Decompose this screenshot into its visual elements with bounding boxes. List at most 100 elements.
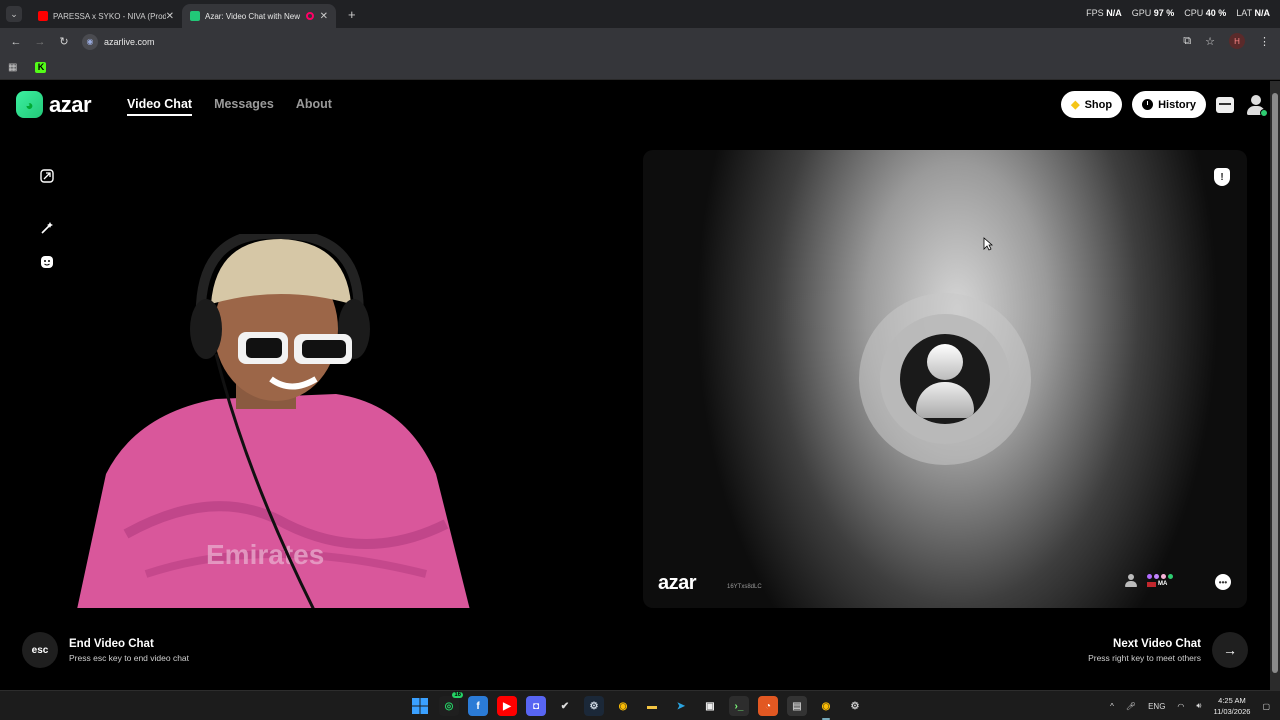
remote-avatar-placeholder-icon: [900, 334, 990, 424]
tray-overflow-icon[interactable]: ^: [1110, 702, 1114, 711]
install-app-icon[interactable]: ⧉: [1183, 35, 1191, 48]
nav-messages[interactable]: Messages: [214, 97, 274, 116]
azar-page: ◕ azar Video Chat Messages About ◆ Shop …: [0, 81, 1270, 690]
verified-badge-icon: [1168, 574, 1173, 579]
wifi-icon[interactable]: ◠: [1177, 702, 1184, 711]
new-tab-button[interactable]: +: [348, 7, 356, 22]
user-profile-icon[interactable]: [1244, 93, 1268, 117]
tab-title: PARESSA x SYKO - NIVA (Prod: [53, 11, 166, 21]
azar-logo[interactable]: ◕ azar: [16, 91, 92, 118]
clock-icon: [1142, 99, 1154, 110]
bookmark-star-icon[interactable]: ☆: [1205, 35, 1215, 48]
nav-video-chat[interactable]: Video Chat: [127, 97, 193, 116]
peer-user-icon[interactable]: [1125, 574, 1137, 588]
tab-youtube[interactable]: PARESSA x SYKO - NIVA (Prod ✕: [30, 4, 182, 28]
tasks-check-icon[interactable]: ✔: [555, 696, 575, 716]
chrome-icon[interactable]: ◉: [613, 696, 633, 716]
youtube-icon[interactable]: ▶: [497, 696, 517, 716]
end-chat-button[interactable]: esc: [22, 632, 58, 668]
terminal-icon[interactable]: ›_: [729, 696, 749, 716]
mouse-cursor-icon: [983, 237, 993, 251]
tab-search-button[interactable]: ⌄: [6, 6, 22, 22]
telegram-icon[interactable]: ➤: [671, 696, 691, 716]
chat-bubble-icon[interactable]: •••: [1215, 574, 1231, 590]
morocco-flag-icon: [1147, 581, 1156, 587]
interest-badge-icon: [1154, 574, 1159, 579]
profile-avatar[interactable]: H: [1229, 33, 1245, 49]
next-chat-title: Next Video Chat: [1113, 637, 1201, 650]
recording-icon: [305, 12, 314, 20]
forward-icon[interactable]: →: [32, 36, 48, 48]
next-chat-arrow-button[interactable]: →: [1212, 632, 1248, 668]
shop-label: Shop: [1084, 98, 1113, 111]
remote-video-panel: ! azar 16YTxs8dLC MA •••: [643, 150, 1247, 608]
header-actions: ◆ Shop History: [1061, 91, 1268, 118]
taskbar-clock[interactable]: 4:25 AM 11/03/2026: [1213, 695, 1250, 717]
gem-icon: ◆: [1071, 99, 1080, 111]
svg-text:Emirates: Emirates: [206, 539, 324, 570]
report-shield-icon[interactable]: !: [1214, 168, 1230, 186]
app-orange-icon[interactable]: ◔: [758, 696, 778, 716]
clock-date: 11/03/2026: [1213, 707, 1251, 716]
url-text: azarlive.com: [104, 36, 155, 47]
gpu-label: GPU: [1131, 8, 1152, 18]
language-indicator[interactable]: ENG: [1148, 702, 1165, 711]
kick-bookmark-icon[interactable]: K: [35, 61, 47, 73]
minimize-video-icon[interactable]: [39, 168, 55, 184]
whatsapp-badge: 16: [452, 692, 463, 698]
bookmarks-bar: ▦ K: [0, 55, 1280, 80]
shop-button[interactable]: ◆ Shop: [1061, 91, 1123, 118]
discord-icon[interactable]: ◘: [526, 696, 546, 716]
cpu-value: 40 %: [1205, 8, 1227, 18]
azar-logo-icon: ◕: [16, 91, 43, 118]
cpu-label: CPU: [1184, 8, 1204, 18]
close-tab-icon[interactable]: ✕: [166, 11, 174, 22]
gpu-value: 97 %: [1153, 8, 1175, 18]
local-video-panel: Emirates: [22, 150, 628, 608]
fps-label: FPS: [1086, 8, 1104, 18]
history-button[interactable]: History: [1132, 91, 1206, 118]
tab-strip: ⌄ PARESSA x SYKO - NIVA (Prod ✕ Azar: Vi…: [0, 0, 1280, 28]
chrome-active-icon[interactable]: ◉: [816, 696, 836, 720]
files-app-icon[interactable]: f: [468, 696, 488, 716]
page-scrollbar[interactable]: [1270, 81, 1280, 690]
address-bar-row: ← → ↻ ◉ azarlive.com ⧉ ☆ H ⋮: [0, 28, 1280, 55]
steam-icon[interactable]: ⚙: [584, 696, 604, 716]
store-icon[interactable]: [1216, 96, 1234, 113]
site-info-icon[interactable]: ◉: [82, 33, 98, 50]
microphone-icon[interactable]: 🎤︎: [1126, 702, 1136, 711]
tab-azar[interactable]: Azar: Video Chat with New ✕: [182, 4, 336, 28]
next-chat-hint: Press right key to meet others: [1088, 652, 1201, 663]
logo-text: azar: [49, 91, 92, 117]
lat-value: N/A: [1254, 8, 1271, 18]
volume-icon[interactable]: 🔊︎: [1196, 701, 1201, 711]
windows-start-icon[interactable]: [410, 696, 430, 716]
magic-wand-icon[interactable]: [39, 220, 55, 236]
settings-gear-icon[interactable]: ⚙: [845, 696, 865, 716]
back-icon[interactable]: ←: [8, 36, 24, 48]
history-label: History: [1158, 98, 1196, 111]
whatsapp-icon[interactable]: ◎ 16: [439, 692, 463, 716]
peer-country: MA: [1158, 581, 1168, 587]
nav-about[interactable]: About: [296, 97, 332, 116]
fps-value: N/A: [1106, 8, 1122, 18]
notifications-icon[interactable]: ▢: [1262, 702, 1270, 711]
local-user-video: Emirates: [77, 234, 470, 608]
app-monitor-icon[interactable]: ▤: [787, 696, 807, 716]
microsoft-store-icon[interactable]: ▣: [700, 696, 720, 716]
windows-taskbar: ◎ 16 f ▶ ◘ ✔ ⚙ ◉ ▬ ➤ ▣ ›_ ◔ ▤ ◉ ⚙ ^ 🎤︎ EN…: [0, 690, 1280, 720]
youtube-favicon-icon: [38, 11, 48, 21]
apps-grid-icon[interactable]: ▦: [8, 62, 17, 73]
online-status-icon: [1260, 108, 1268, 117]
face-filter-icon[interactable]: [39, 254, 55, 270]
browser-menu-icon[interactable]: ⋮: [1259, 35, 1270, 48]
peer-badges: MA: [1147, 574, 1189, 590]
reload-icon[interactable]: ↻: [56, 35, 72, 48]
next-video-chat-control: Next Video Chat Press right key to meet …: [1088, 632, 1248, 668]
close-tab-icon[interactable]: ✕: [320, 11, 328, 22]
file-explorer-icon[interactable]: ▬: [642, 696, 662, 716]
performance-overlay: FPS N/A GPU 97 % CPU 40 % LAT N/A: [1086, 8, 1270, 18]
url-field[interactable]: ◉ azarlive.com: [82, 32, 1222, 52]
end-chat-title: End Video Chat: [69, 637, 154, 650]
end-video-chat-control: esc End Video Chat Press esc key to end …: [22, 632, 189, 668]
